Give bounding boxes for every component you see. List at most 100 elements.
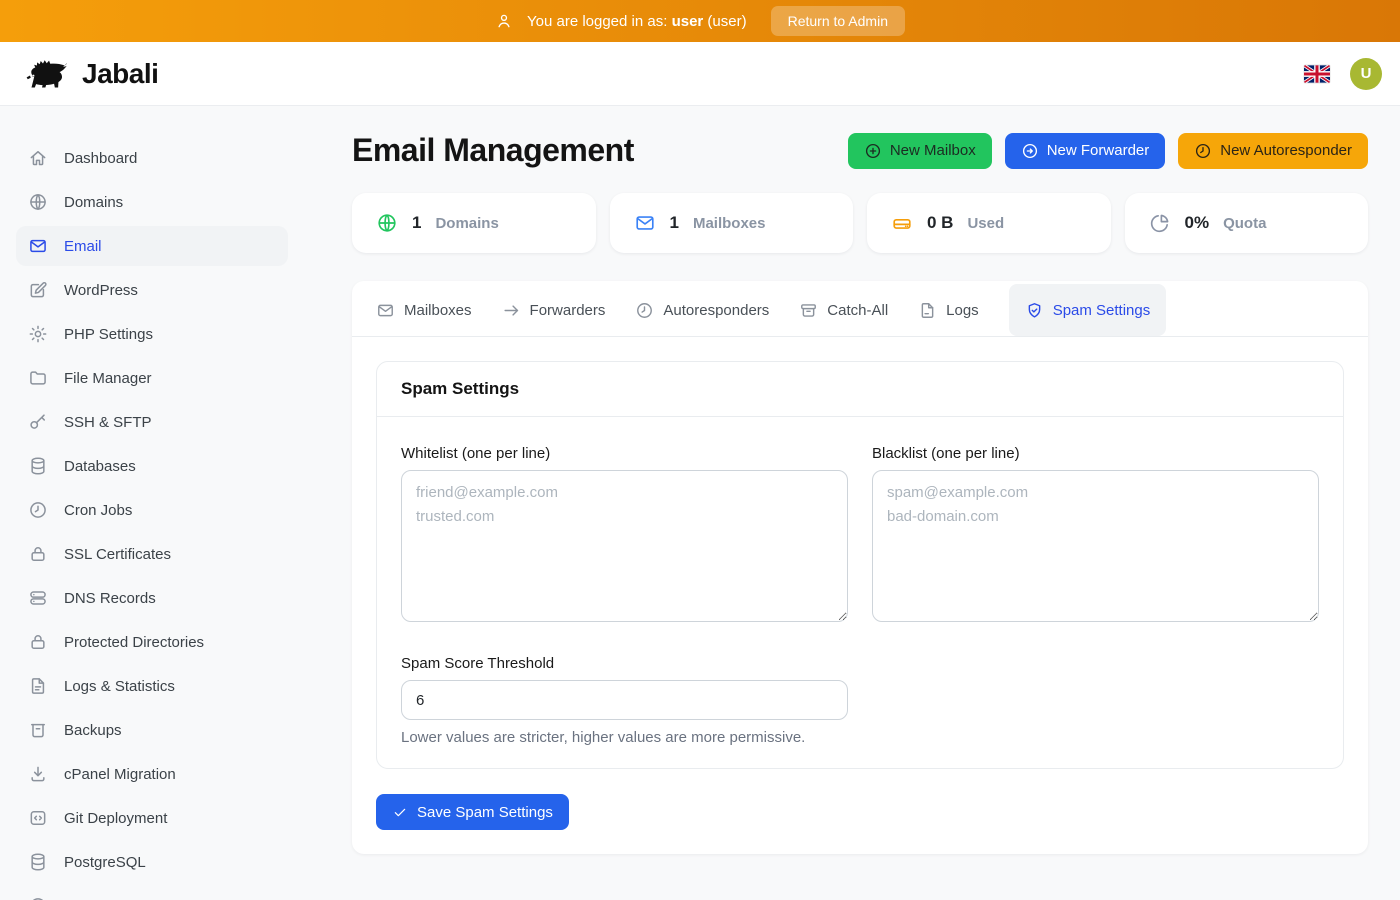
gear-icon xyxy=(28,324,48,344)
sidebar-item-databases[interactable]: Databases xyxy=(16,446,288,486)
sidebar-item-cpanel-migration[interactable]: cPanel Migration xyxy=(16,754,288,794)
folder-icon xyxy=(28,368,48,388)
email-panel: Mailboxes Forwarders Autoresponders Catc… xyxy=(352,281,1368,854)
app-header: Jabali U xyxy=(0,42,1400,106)
stat-value: 1 xyxy=(412,213,421,233)
button-label: New Forwarder xyxy=(1047,142,1150,159)
user-avatar[interactable]: U xyxy=(1350,58,1382,90)
shield-check-icon xyxy=(1025,301,1044,320)
clock-icon xyxy=(1194,142,1212,160)
sidebar-item-label: PostgreSQL xyxy=(64,854,146,871)
sidebar-item-ssh-sftp[interactable]: SSH & SFTP xyxy=(16,402,288,442)
tab-forwarders[interactable]: Forwarders xyxy=(502,284,606,336)
sidebar-item-wordpress[interactable]: WordPress xyxy=(16,270,288,310)
sidebar-item-domains[interactable]: Domains xyxy=(16,182,288,222)
tab-spam-settings[interactable]: Spam Settings xyxy=(1009,284,1167,336)
stat-label: Domains xyxy=(435,215,498,232)
impersonated-role: (user) xyxy=(707,13,746,30)
sidebar-item-label: Domains xyxy=(64,194,123,211)
blacklist-label: Blacklist (one per line) xyxy=(872,445,1319,462)
stat-card-mailboxes: 1 Mailboxes xyxy=(610,193,854,253)
return-to-admin-button[interactable]: Return to Admin xyxy=(771,6,905,36)
tab-logs[interactable]: Logs xyxy=(918,284,979,336)
stat-value: 0% xyxy=(1185,213,1210,233)
spam-threshold-input[interactable] xyxy=(401,680,848,720)
uk-flag-icon[interactable] xyxy=(1304,65,1330,83)
new-autoresponder-button[interactable]: New Autoresponder xyxy=(1178,133,1368,169)
sidebar-item-logs-statistics[interactable]: Logs & Statistics xyxy=(16,666,288,706)
sidebar-item-protected-directories[interactable]: Protected Directories xyxy=(16,622,288,662)
button-label: Save Spam Settings xyxy=(417,804,553,821)
save-spam-settings-button[interactable]: Save Spam Settings xyxy=(376,794,569,830)
whitelist-label: Whitelist (one per line) xyxy=(401,445,848,462)
sidebar-item-cron-jobs[interactable]: Cron Jobs xyxy=(16,490,288,530)
sidebar-item-partial[interactable] xyxy=(16,886,288,900)
download-icon xyxy=(28,764,48,784)
stat-card-quota: 0%Quota xyxy=(1125,193,1369,253)
header-actions: New Mailbox New Forwarder New Autorespon… xyxy=(848,133,1368,169)
tab-catch-all[interactable]: Catch-All xyxy=(799,284,888,336)
sidebar-item-label: DNS Records xyxy=(64,590,156,607)
button-label: New Autoresponder xyxy=(1220,142,1352,159)
database-icon xyxy=(28,852,48,872)
sidebar-item-label: SSL Certificates xyxy=(64,546,171,563)
tab-label: Mailboxes xyxy=(404,302,472,319)
new-forwarder-button[interactable]: New Forwarder xyxy=(1005,133,1166,169)
mail-icon xyxy=(634,212,656,234)
sidebar-item-postgresql[interactable]: PostgreSQL xyxy=(16,842,288,882)
login-as-text: You are logged in as: xyxy=(527,13,667,30)
file-text-icon xyxy=(28,676,48,696)
button-label: New Mailbox xyxy=(890,142,976,159)
arrow-right-icon xyxy=(502,301,521,320)
sidebar-item-ssl-certificates[interactable]: SSL Certificates xyxy=(16,534,288,574)
key-icon xyxy=(28,412,48,432)
threshold-help-text: Lower values are stricter, higher values… xyxy=(401,729,848,746)
check-icon xyxy=(392,804,408,820)
mail-icon xyxy=(376,301,395,320)
sidebar-item-email[interactable]: Email xyxy=(16,226,288,266)
lock-icon xyxy=(28,632,48,652)
page-title: Email Management xyxy=(352,132,634,169)
tab-autoresponders[interactable]: Autoresponders xyxy=(635,284,769,336)
sidebar-item-dashboard[interactable]: Dashboard xyxy=(16,138,288,178)
main-content: Email Management New Mailbox New Forward… xyxy=(304,106,1400,900)
stat-card-used: 0 B Used xyxy=(867,193,1111,253)
sidebar-item-php-settings[interactable]: PHP Settings xyxy=(16,314,288,354)
pie-icon xyxy=(1149,212,1171,234)
stat-card-domains: 1 Domains xyxy=(352,193,596,253)
sidebar-item-git-deployment[interactable]: Git Deployment xyxy=(16,798,288,838)
clock-icon xyxy=(28,500,48,520)
stat-label: Used xyxy=(967,215,1004,232)
globe-icon xyxy=(376,212,398,234)
email-tabs: Mailboxes Forwarders Autoresponders Catc… xyxy=(352,281,1368,337)
brand-logo[interactable]: Jabali xyxy=(24,57,158,91)
whitelist-textarea[interactable] xyxy=(401,470,848,622)
brand-name: Jabali xyxy=(82,58,158,90)
sidebar: Dashboard Domains Email WordPress PHP Se… xyxy=(0,106,304,900)
tab-label: Catch-All xyxy=(827,302,888,319)
sidebar-item-label: Protected Directories xyxy=(64,634,204,651)
clock-icon xyxy=(635,301,654,320)
sidebar-item-label: Dashboard xyxy=(64,150,137,167)
blacklist-textarea[interactable] xyxy=(872,470,1319,622)
sidebar-item-label: Backups xyxy=(64,722,122,739)
sidebar-item-backups[interactable]: Backups xyxy=(16,710,288,750)
pencil-icon xyxy=(28,280,48,300)
archive-icon xyxy=(799,301,818,320)
sidebar-item-dns-records[interactable]: DNS Records xyxy=(16,578,288,618)
stats-row: 1 Domains 1 Mailboxes 0 B Used 0%Quota xyxy=(352,193,1368,253)
sidebar-item-label: Databases xyxy=(64,458,136,475)
bin-icon xyxy=(28,720,48,740)
impersonation-message: You are logged in as: user (user) xyxy=(527,13,747,30)
tab-mailboxes[interactable]: Mailboxes xyxy=(376,284,472,336)
home-icon xyxy=(28,148,48,168)
spam-settings-card: Spam Settings Whitelist (one per line) B… xyxy=(376,361,1344,769)
code-icon xyxy=(28,808,48,828)
stat-value: 0 B xyxy=(927,213,953,233)
lock-icon xyxy=(28,544,48,564)
stat-label: Mailboxes xyxy=(693,215,766,232)
stat-value: 1 xyxy=(670,213,679,233)
new-mailbox-button[interactable]: New Mailbox xyxy=(848,133,992,169)
sidebar-item-file-manager[interactable]: File Manager xyxy=(16,358,288,398)
globe-icon xyxy=(28,192,48,212)
